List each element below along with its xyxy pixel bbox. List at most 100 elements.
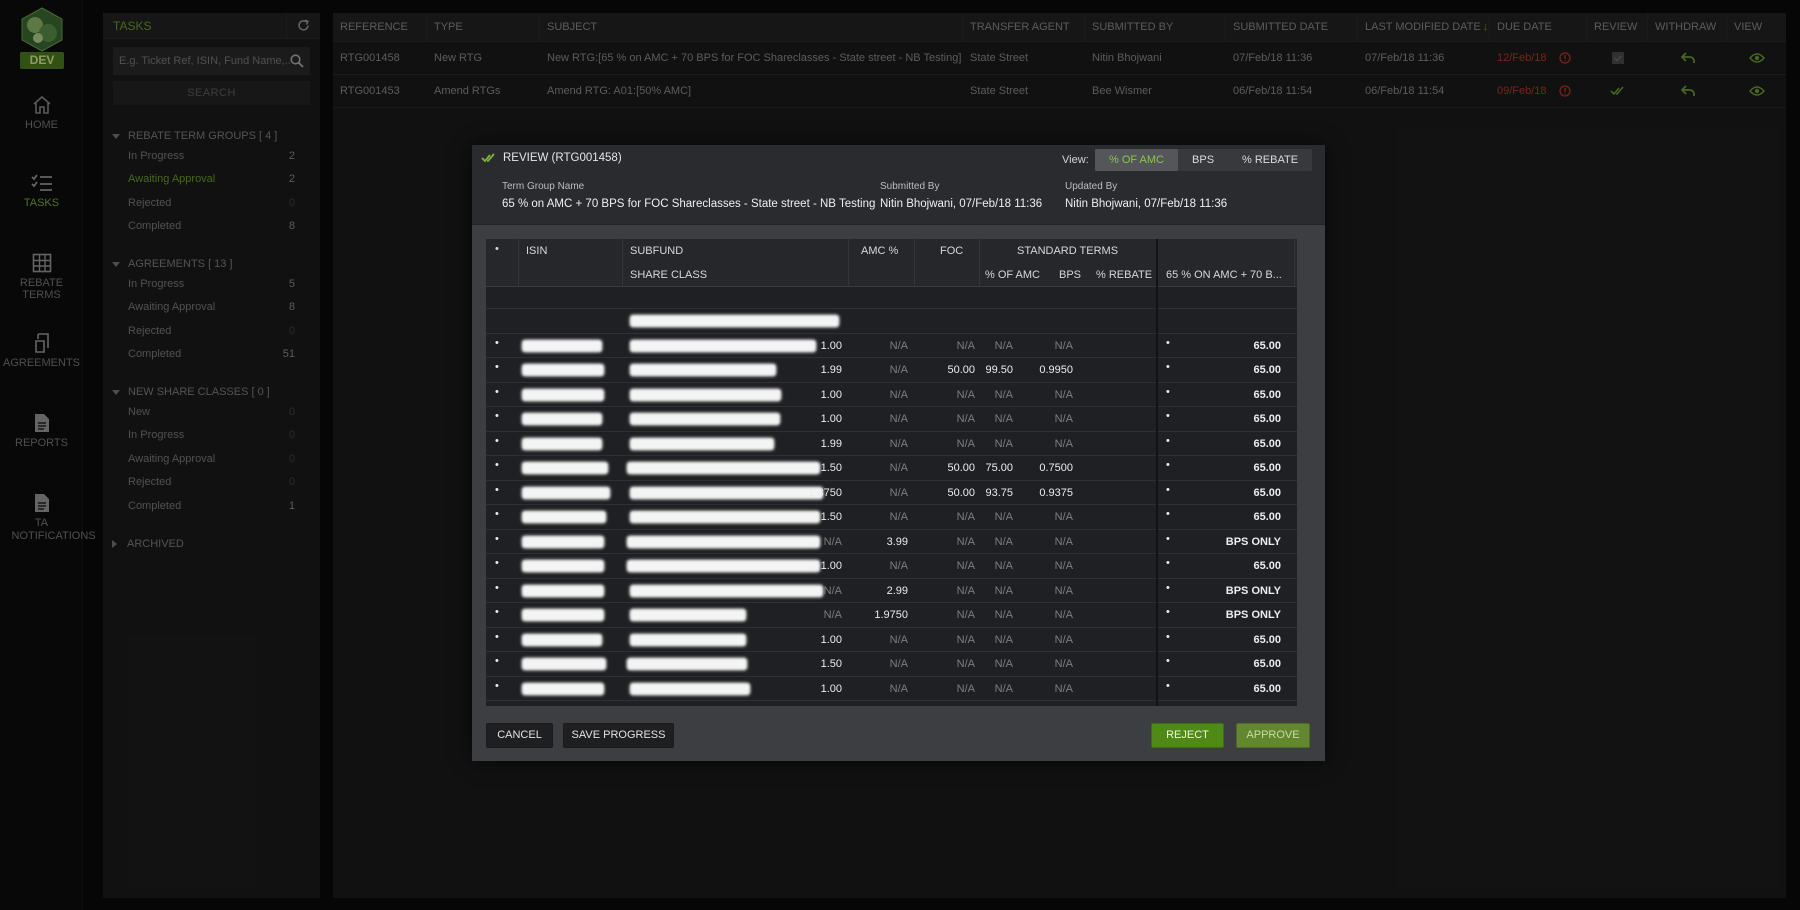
table-row[interactable]: • 1.99 N/A N/A N/A N/A • 65.00 [486,432,1297,456]
term-group-info: Term Group Name 65 % on AMC + 70 BPS for… [502,181,875,210]
cell-pct-amc: N/A [956,339,975,352]
redacted-isin [522,584,604,597]
row-bullet: • [495,679,499,692]
table-row[interactable]: • 1.00 N/A N/A N/A N/A • 65.00 [486,677,1297,701]
subfund-group-row [486,309,1297,334]
redacted-share-class [630,682,750,695]
cell-proposed-value: 65.00 [1253,339,1281,352]
cell-proposed-value: 65.00 [1253,560,1281,572]
row-bullet: • [1166,655,1170,667]
cell-foc: N/A [889,339,908,352]
table-row[interactable]: • 1.99 N/A 50.00 99.50 0.9950 • 65.00 [486,358,1297,383]
header-subfund[interactable]: SUBFUND [630,245,683,257]
redacted-isin [522,339,602,352]
row-bullet: • [1166,410,1170,422]
table-row[interactable]: • 1.00 N/A N/A N/A N/A • 65.00 [486,334,1297,358]
table-row[interactable]: • 1.50 N/A 50.00 75.00 0.7500 • 65.00 [486,456,1297,481]
table-row[interactable]: • N/A 2.99 N/A N/A N/A • BPS ONLY [486,579,1297,603]
table-row[interactable]: • 1.8750 N/A 50.00 93.75 0.9375 • 65.00 [486,481,1297,505]
redacted-isin [522,486,610,499]
header-standard-terms: STANDARD TERMS [1017,245,1119,257]
cell-amc: 1.00 [820,388,842,401]
redacted-isin [522,560,604,572]
cell-proposed-value: 65.00 [1253,388,1281,401]
table-row[interactable]: • 1.50 N/A N/A N/A N/A • 65.00 [486,652,1297,677]
table-row[interactable]: • N/A 1.9750 N/A N/A N/A • BPS ONLY [486,603,1297,628]
row-bullet: • [1166,630,1170,643]
row-bullet: • [1166,434,1170,447]
header-bullet: • [495,243,499,255]
cell-foc: N/A [889,413,908,425]
redacted-share-class [630,609,746,621]
cell-foc: N/A [889,511,908,523]
header-proposed-terms[interactable]: 65 % ON AMC + 70 B... [1166,269,1282,281]
redacted-share-class [630,437,774,450]
redacted-isin [522,388,604,401]
cell-foc: 3.99 [886,535,908,548]
cell-foc: N/A [889,658,908,670]
row-bullet: • [1166,336,1170,349]
row-bullet: • [1166,606,1170,618]
row-bullet: • [1166,459,1170,471]
cell-rebate: N/A [1054,437,1073,450]
cell-bps: 75.00 [985,462,1013,474]
table-header: • ISIN SUBFUND SHARE CLASS AMC % FOC STA… [486,239,1297,287]
view-option-pct-rebate[interactable]: % REBATE [1228,149,1312,171]
redacted-share-class [627,658,747,670]
reject-button[interactable]: REJECT [1151,723,1224,748]
row-bullet: • [495,434,499,447]
header-share-class[interactable]: SHARE CLASS [630,269,707,281]
cell-rebate: N/A [1054,682,1073,695]
redacted-isin [522,437,602,450]
row-bullet: • [495,655,499,667]
cell-bps: N/A [994,682,1013,695]
row-bullet: • [495,557,499,569]
header-amc[interactable]: AMC % [861,245,898,257]
cell-amc: 1.50 [820,658,842,670]
cell-foc: N/A [889,486,908,499]
review-table: • ISIN SUBFUND SHARE CLASS AMC % FOC STA… [486,239,1297,706]
cell-pct-amc: N/A [956,609,975,621]
save-progress-button[interactable]: SAVE PROGRESS [563,723,674,748]
redacted-isin [522,511,606,523]
header-isin[interactable]: ISIN [526,245,547,257]
table-row[interactable]: • 1.00 N/A N/A N/A N/A • 65.00 [486,628,1297,652]
cell-pct-amc: N/A [956,633,975,646]
term-group-value: 65 % on AMC + 70 BPS for FOC Shareclasse… [502,198,876,210]
cell-bps: N/A [994,535,1013,548]
row-bullet: • [1166,361,1170,373]
table-row[interactable]: • 1.00 N/A N/A N/A N/A • 65.00 [486,383,1297,407]
cell-foc: N/A [889,462,908,474]
header-bps[interactable]: BPS [1059,269,1081,281]
cell-rebate: N/A [1054,633,1073,646]
header-pct-of-amc[interactable]: % OF AMC [985,269,1040,281]
table-row[interactable]: • N/A 3.99 N/A N/A N/A • BPS ONLY [486,530,1297,554]
cell-bps: N/A [994,437,1013,450]
row-bullet: • [1166,508,1170,520]
view-option-bps[interactable]: BPS [1178,149,1228,171]
row-bullet: • [1166,557,1170,569]
cell-bps: N/A [994,339,1013,352]
cell-foc: N/A [889,633,908,646]
redacted-isin [522,535,604,548]
table-row[interactable]: • 1.50 N/A N/A N/A N/A • 65.00 [486,505,1297,530]
cancel-button[interactable]: CANCEL [486,723,553,748]
cell-proposed-value: 65.00 [1253,462,1281,474]
row-bullet: • [495,459,499,471]
table-row[interactable]: • 1.00 N/A N/A N/A N/A • 65.00 [486,554,1297,579]
approve-button[interactable]: APPROVE [1236,723,1310,748]
header-pct-rebate[interactable]: % REBATE [1096,269,1152,281]
table-row[interactable]: • 1.00 N/A N/A N/A N/A • 65.00 [486,407,1297,432]
cell-proposed-value: 65.00 [1253,364,1281,376]
cell-rebate: N/A [1054,339,1073,352]
cell-foc: N/A [889,388,908,401]
modal-header: REVIEW (RTG001458) View: % OF AMC BPS % … [472,145,1325,225]
cell-amc: 1.00 [820,560,842,572]
header-foc[interactable]: FOC [940,245,963,257]
cell-amc: 1.99 [820,364,842,376]
submitted-label: Submitted By [880,181,940,192]
redacted-isin [522,462,608,474]
view-option-pct-amc[interactable]: % OF AMC [1095,149,1179,171]
cell-rebate: 0.9375 [1039,486,1073,499]
cell-bps: 93.75 [985,486,1013,499]
